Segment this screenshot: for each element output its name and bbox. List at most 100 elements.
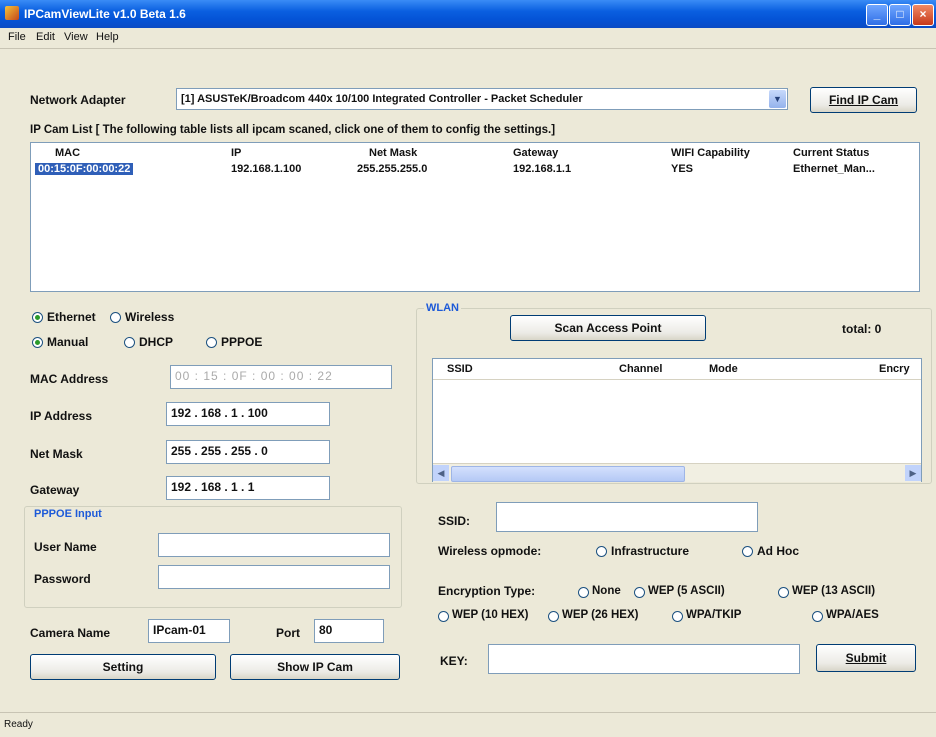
password-field[interactable] bbox=[158, 565, 390, 589]
camera-name-label: Camera Name bbox=[30, 626, 111, 640]
col-mode[interactable]: Mode bbox=[709, 363, 738, 375]
close-button[interactable]: × bbox=[912, 4, 934, 26]
gateway-field[interactable]: 192 . 168 . 1 . 1 bbox=[166, 476, 330, 500]
minimize-button[interactable]: _ bbox=[866, 4, 888, 26]
ipcam-list[interactable]: MAC IP Net Mask Gateway WIFI Capability … bbox=[30, 142, 920, 292]
horizontal-scrollbar[interactable]: ◀ ▶ bbox=[433, 463, 921, 482]
find-ip-cam-label: Find IP Cam bbox=[828, 93, 899, 107]
user-name-label: User Name bbox=[34, 540, 97, 554]
scrollbar-thumb[interactable] bbox=[451, 466, 685, 482]
col-netmask[interactable]: Net Mask bbox=[369, 147, 417, 159]
dhcp-label: DHCP bbox=[139, 335, 174, 349]
enc-wep10hex-radio[interactable] bbox=[438, 611, 449, 622]
key-field[interactable] bbox=[488, 644, 800, 674]
col-mac[interactable]: MAC bbox=[55, 147, 80, 159]
password-label: Password bbox=[34, 572, 91, 586]
dhcp-radio[interactable] bbox=[124, 337, 135, 348]
infrastructure-label: Infrastructure bbox=[611, 544, 690, 558]
adhoc-radio[interactable] bbox=[742, 546, 753, 557]
ipcam-list-caption: IP Cam List [ The following table lists … bbox=[30, 124, 556, 136]
menu-bar: File Edit View Help bbox=[0, 28, 936, 49]
submit-label: Submit bbox=[845, 651, 887, 665]
scroll-left-icon[interactable]: ◀ bbox=[433, 465, 449, 481]
col-ip[interactable]: IP bbox=[231, 147, 241, 159]
chevron-down-icon[interactable]: ▼ bbox=[769, 90, 786, 108]
ip-address-label: IP Address bbox=[30, 409, 93, 423]
col-encry[interactable]: Encry bbox=[879, 363, 910, 375]
port-field[interactable]: 80 bbox=[314, 619, 384, 643]
wireless-radio[interactable] bbox=[110, 312, 121, 323]
cell-ip: 192.168.1.100 bbox=[231, 163, 302, 175]
col-ssid[interactable]: SSID bbox=[447, 363, 473, 375]
camera-name-field[interactable]: IPcam-01 bbox=[148, 619, 230, 643]
key-label: KEY: bbox=[440, 654, 468, 668]
show-ip-cam-button[interactable]: Show IP Cam bbox=[230, 654, 400, 680]
wlan-title: WLAN bbox=[424, 302, 461, 314]
access-point-list[interactable]: SSID Channel Mode Encry ◀ ▶ bbox=[432, 358, 922, 482]
app-icon bbox=[5, 6, 19, 20]
enc-wpa-aes-label: WPA/AES bbox=[826, 609, 879, 621]
enc-wpa-tkip-radio[interactable] bbox=[672, 611, 683, 622]
manual-label: Manual bbox=[47, 335, 89, 349]
scroll-right-icon[interactable]: ▶ bbox=[905, 465, 921, 481]
menu-view[interactable]: View bbox=[64, 31, 88, 43]
menu-help[interactable]: Help bbox=[96, 31, 119, 43]
enc-wep5-radio[interactable] bbox=[634, 587, 645, 598]
wireless-opmode-label: Wireless opmode: bbox=[438, 544, 542, 558]
ssid-label: SSID: bbox=[438, 514, 471, 528]
network-adapter-select[interactable]: [1] ASUSTeK/Broadcom 440x 10/100 Integra… bbox=[176, 88, 788, 110]
cell-netmask: 255.255.255.0 bbox=[357, 163, 428, 175]
network-adapter-value: [1] ASUSTeK/Broadcom 440x 10/100 Integra… bbox=[181, 93, 583, 105]
cell-mac: 00:15:0F:00:00:22 bbox=[35, 163, 134, 175]
net-mask-field[interactable]: 255 . 255 . 255 . 0 bbox=[166, 440, 330, 464]
cell-wifi: YES bbox=[671, 163, 694, 175]
enc-none-label: None bbox=[592, 585, 621, 597]
user-name-field[interactable] bbox=[158, 533, 390, 557]
pppoe-group bbox=[24, 506, 402, 608]
net-mask-label: Net Mask bbox=[30, 447, 83, 461]
title-bar: IPCamViewLite v1.0 Beta 1.6 _ □ × bbox=[0, 0, 936, 28]
total-count: total: 0 bbox=[842, 322, 882, 336]
scan-access-point-button[interactable]: Scan Access Point bbox=[510, 315, 706, 341]
encryption-type-label: Encryption Type: bbox=[438, 584, 536, 598]
enc-wpa-tkip-label: WPA/TKIP bbox=[686, 609, 742, 621]
infrastructure-radio[interactable] bbox=[596, 546, 607, 557]
menu-edit[interactable]: Edit bbox=[36, 31, 55, 43]
col-channel[interactable]: Channel bbox=[619, 363, 662, 375]
port-label: Port bbox=[276, 626, 300, 640]
pppoe-title: PPPOE Input bbox=[34, 508, 102, 520]
ethernet-label: Ethernet bbox=[47, 310, 96, 324]
menu-file[interactable]: File bbox=[8, 31, 26, 43]
table-row[interactable]: 00:15:0F:00:00:22 192.168.1.100 255.255.… bbox=[31, 161, 919, 179]
window-title: IPCamViewLite v1.0 Beta 1.6 bbox=[24, 7, 186, 21]
enc-wep10hex-label: WEP (10 HEX) bbox=[452, 609, 529, 621]
ethernet-radio[interactable] bbox=[32, 312, 43, 323]
submit-button[interactable]: Submit bbox=[816, 644, 916, 672]
enc-none-radio[interactable] bbox=[578, 587, 589, 598]
enc-wep13-radio[interactable] bbox=[778, 587, 789, 598]
col-gateway[interactable]: Gateway bbox=[513, 147, 558, 159]
cell-gateway: 192.168.1.1 bbox=[513, 163, 572, 175]
network-adapter-label: Network Adapter bbox=[30, 93, 126, 107]
ap-list-header bbox=[433, 359, 921, 380]
ip-address-field[interactable]: 192 . 168 . 1 . 100 bbox=[166, 402, 330, 426]
enc-wep26hex-label: WEP (26 HEX) bbox=[562, 609, 639, 621]
pppoe-label: PPPOE bbox=[221, 335, 263, 349]
gateway-label: Gateway bbox=[30, 483, 80, 497]
adhoc-label: Ad Hoc bbox=[757, 544, 799, 558]
enc-wep26hex-radio[interactable] bbox=[548, 611, 559, 622]
find-ip-cam-button[interactable]: Find IP Cam bbox=[810, 87, 917, 113]
manual-radio[interactable] bbox=[32, 337, 43, 348]
status-text: Ready bbox=[4, 719, 33, 730]
pppoe-radio[interactable] bbox=[206, 337, 217, 348]
enc-wpa-aes-radio[interactable] bbox=[812, 611, 823, 622]
col-status[interactable]: Current Status bbox=[793, 147, 869, 159]
wireless-label: Wireless bbox=[125, 310, 175, 324]
status-bar: Ready bbox=[0, 712, 936, 737]
setting-button[interactable]: Setting bbox=[30, 654, 216, 680]
col-wifi[interactable]: WIFI Capability bbox=[671, 147, 750, 159]
cell-status: Ethernet_Man... bbox=[793, 163, 875, 175]
maximize-button[interactable]: □ bbox=[889, 4, 911, 26]
mac-address-field: 00 : 15 : 0F : 00 : 00 : 22 bbox=[170, 365, 392, 389]
ssid-field[interactable] bbox=[496, 502, 758, 532]
